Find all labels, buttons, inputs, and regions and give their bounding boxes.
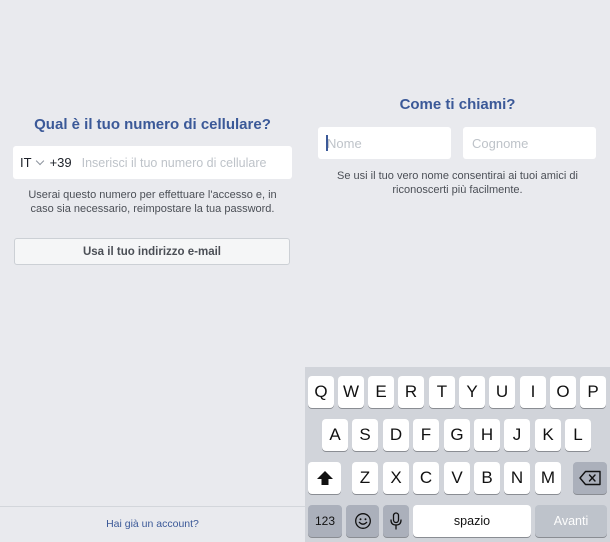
emoji-icon [354,513,371,529]
key-e[interactable]: E [368,376,394,408]
key-k[interactable]: K [535,419,561,451]
numbers-key[interactable]: 123 [308,505,342,537]
have-account-link[interactable]: Hai già un account? [0,518,305,530]
last-name-field[interactable] [463,127,596,159]
key-u[interactable]: U [489,376,515,408]
key-l[interactable]: L [565,419,591,451]
use-email-button[interactable]: Usa il tuo indirizzo e-mail [14,238,290,265]
text-cursor [326,135,328,151]
space-key[interactable]: spazio [413,505,531,537]
first-name-field[interactable] [318,127,451,159]
country-selector[interactable]: IT [20,155,47,170]
name-title: Come ti chiami? [399,96,516,113]
key-s[interactable]: S [352,419,378,451]
key-d[interactable]: D [383,419,409,451]
key-q[interactable]: Q [308,376,334,408]
phone-field[interactable]: IT +39 [13,146,292,179]
shift-key[interactable] [308,462,341,494]
phone-title: Qual è il tuo numero di cellulare? [34,116,271,133]
next-key[interactable]: Avanti [535,505,607,537]
name-info-line2: riconoscerti più facilmente. [392,184,523,196]
keyboard: Q W E R T Y U I O P A S D F G H J K L Z … [305,367,610,542]
phone-info-text: Userai questo numero per effettuare l'ac… [0,188,305,216]
key-x[interactable]: X [383,462,409,494]
phone-info-line2: caso sia necessario, reimpostare la tua … [30,203,275,215]
key-h[interactable]: H [474,419,500,451]
key-c[interactable]: C [413,462,439,494]
phone-input[interactable] [81,155,287,170]
key-m[interactable]: M [535,462,561,494]
country-code: IT [20,155,32,170]
key-v[interactable]: V [444,462,470,494]
key-g[interactable]: G [444,419,470,451]
first-name-input[interactable] [318,135,451,151]
key-a[interactable]: A [322,419,348,451]
key-b[interactable]: B [474,462,500,494]
key-f[interactable]: F [413,419,439,451]
key-w[interactable]: W [338,376,364,408]
microphone-icon [390,512,402,530]
dial-prefix: +39 [49,155,72,170]
key-p[interactable]: P [580,376,606,408]
key-i[interactable]: I [520,376,546,408]
name-info-text: Se usi il tuo vero nome consentirai ai t… [305,169,610,197]
footer-divider [0,506,305,507]
microphone-key[interactable] [383,505,409,537]
key-z[interactable]: Z [352,462,378,494]
key-n[interactable]: N [504,462,530,494]
key-j[interactable]: J [504,419,530,451]
phone-info-line1: Userai questo numero per effettuare l'ac… [28,189,277,201]
key-o[interactable]: O [550,376,576,408]
key-r[interactable]: R [398,376,424,408]
delete-key[interactable] [573,462,607,494]
backspace-icon [579,470,601,486]
key-y[interactable]: Y [459,376,485,408]
name-info-line1: Se usi il tuo vero nome consentirai ai t… [337,170,578,182]
key-t[interactable]: T [429,376,455,408]
phone-screen: Qual è il tuo numero di cellulare? IT +3… [0,0,305,542]
chevron-down-icon [35,156,44,166]
emoji-key[interactable] [346,505,379,537]
shift-icon [316,471,333,485]
last-name-input[interactable] [463,135,596,151]
